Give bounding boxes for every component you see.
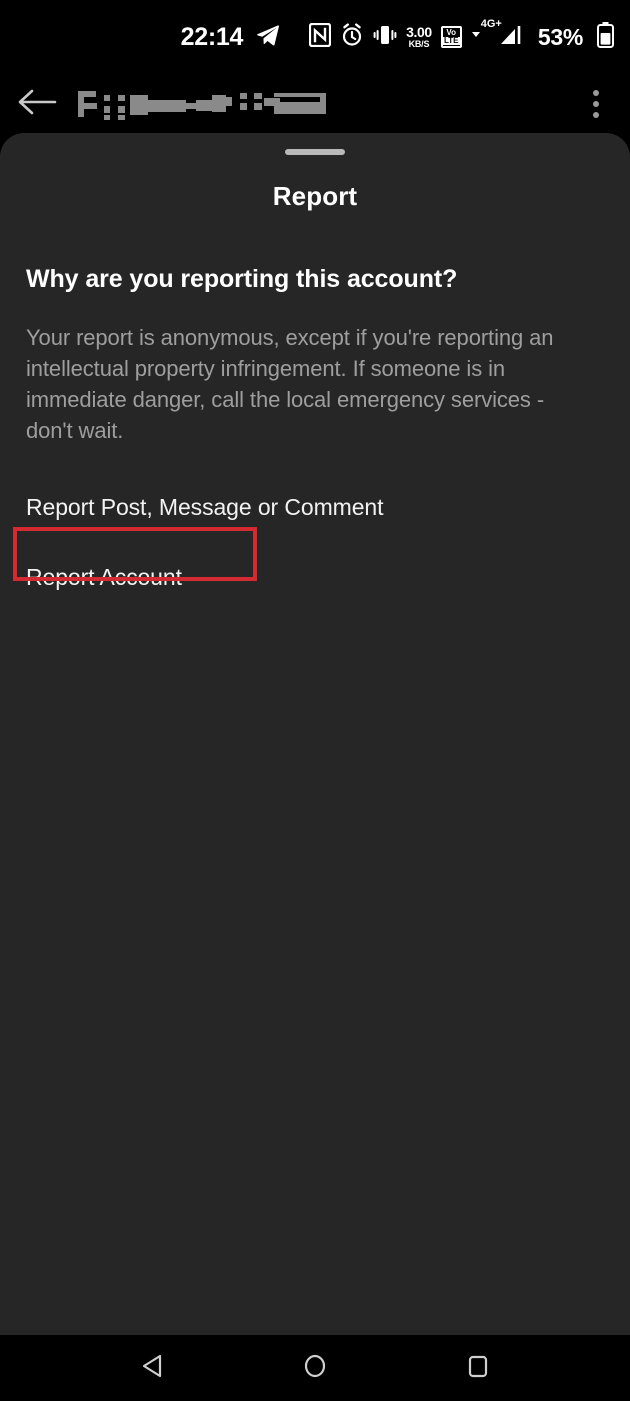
app-bar-title bbox=[74, 74, 568, 134]
report-bottom-sheet: Report Why are you reporting this accoun… bbox=[0, 133, 630, 1335]
sheet-drag-handle[interactable] bbox=[285, 149, 345, 155]
alarm-clock-icon bbox=[340, 22, 364, 52]
status-bar-icons: 3.00 KB/S Vo LTE 4G+ 53% bbox=[308, 18, 614, 53]
battery-icon bbox=[597, 21, 614, 53]
network-type-label: 4G+ bbox=[480, 17, 502, 30]
app-bar bbox=[0, 74, 630, 134]
telegram-send-icon bbox=[255, 22, 281, 53]
volte-icon: Vo LTE bbox=[440, 26, 462, 48]
report-option-list: Report Post, Message or Comment Report A… bbox=[26, 482, 604, 603]
overflow-menu-button[interactable] bbox=[568, 74, 624, 134]
status-bar-left: 22:14 bbox=[181, 22, 281, 53]
signal-bars-icon bbox=[499, 23, 523, 52]
nav-back-button[interactable] bbox=[117, 1335, 187, 1401]
data-rate-value: 3.00 bbox=[406, 24, 432, 40]
overflow-dot-1 bbox=[593, 90, 599, 96]
option-report-post-message-comment[interactable]: Report Post, Message or Comment bbox=[26, 482, 604, 533]
volte-line-2: LTE bbox=[442, 36, 460, 45]
back-button[interactable] bbox=[0, 74, 74, 134]
nav-home-button[interactable] bbox=[280, 1335, 350, 1401]
status-bar-clock: 22:14 bbox=[180, 22, 244, 51]
data-rate-unit: KB/S bbox=[408, 39, 430, 49]
data-rate-indicator: 3.00 KB/S bbox=[406, 25, 432, 49]
sheet-title: Report bbox=[272, 181, 358, 211]
overflow-dot-2 bbox=[593, 101, 599, 107]
vibrate-icon bbox=[373, 24, 397, 51]
battery-percent-label: 53% bbox=[537, 23, 583, 50]
status-bar: 22:14 3.00 KB/S Vo LTE 4G+ 53% bbox=[0, 0, 630, 74]
android-navigation-bar bbox=[0, 1335, 630, 1401]
data-arrow-icon bbox=[471, 23, 481, 50]
nav-back-triangle-icon bbox=[139, 1352, 165, 1385]
nfc-icon bbox=[308, 22, 332, 52]
redacted-account-name bbox=[74, 89, 326, 120]
nav-recents-square-icon bbox=[465, 1352, 491, 1385]
nav-recents-button[interactable] bbox=[443, 1335, 513, 1401]
sheet-body: Why are you reporting this account? Your… bbox=[0, 265, 630, 603]
nav-home-circle-icon bbox=[302, 1352, 328, 1385]
section-description: Your report is anonymous, except if you'… bbox=[26, 325, 554, 443]
option-report-account[interactable]: Report Account bbox=[26, 552, 604, 603]
overflow-dot-3 bbox=[593, 112, 599, 118]
signal-indicator: 4G+ bbox=[471, 18, 523, 52]
back-arrow-icon bbox=[17, 86, 57, 123]
section-heading: Why are you reporting this account? bbox=[26, 265, 458, 293]
phone-screen: 22:14 3.00 KB/S Vo LTE 4G+ 53% Report Wh… bbox=[0, 0, 630, 1401]
